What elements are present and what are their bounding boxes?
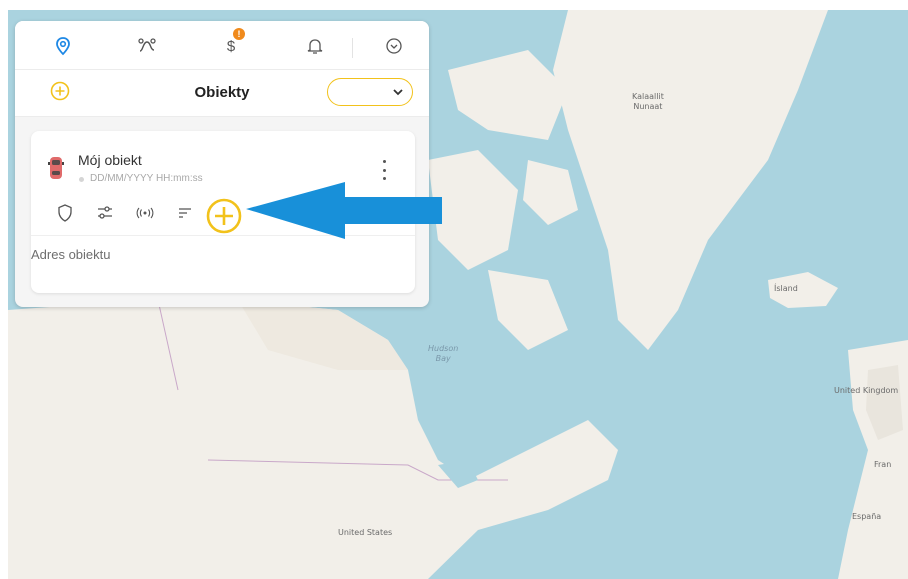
sort-icon [179, 208, 191, 218]
object-timestamp: DD/MM/YYYY HH:mm:ss [90, 173, 203, 184]
dollar-icon: $ [226, 37, 236, 55]
nav-tab-billing[interactable]: $ ! [216, 28, 246, 61]
route-icon [138, 38, 156, 52]
nav-divider [352, 38, 353, 58]
settings-button[interactable] [93, 201, 117, 225]
map-label-hudson-bay: Hudson Bay [428, 344, 459, 363]
map-label-france: Fran [874, 460, 892, 469]
status-dot [79, 177, 84, 182]
nav-tab-more[interactable] [379, 31, 409, 61]
group-select[interactable] [327, 78, 413, 106]
object-address: Adres obiektu [31, 247, 111, 262]
add-action-button[interactable] [205, 197, 243, 235]
notification-badge: ! [233, 28, 245, 40]
bell-icon [307, 39, 323, 54]
object-menu-button[interactable] [377, 160, 391, 180]
map-label-united-states: United States [338, 528, 393, 537]
nav-tab-routes[interactable] [132, 31, 162, 61]
panel-header: Obiekty [15, 70, 429, 117]
car-icon [48, 157, 64, 179]
history-button[interactable] [173, 201, 197, 225]
sliders-icon [98, 206, 112, 219]
shield-icon [58, 204, 72, 222]
signal-icon [136, 207, 154, 219]
nav-tab-notifications[interactable] [300, 31, 330, 61]
chevron-down-icon [393, 89, 403, 96]
map-label-spain: España [852, 512, 882, 521]
nav-tab-objects[interactable] [48, 31, 78, 61]
object-name[interactable]: Mój obiekt [78, 152, 142, 168]
chevron-circle-icon [386, 38, 402, 54]
map-label-greenland: Kalaallit Nunaat [632, 92, 664, 111]
location-pin-icon [56, 37, 70, 56]
annotation-arrow [246, 182, 442, 239]
live-tracking-button[interactable] [133, 201, 157, 225]
objects-panel: $ ! Obiekty Mój obiekt DD/MM/YYYY HH:mm:… [15, 21, 429, 307]
map-label-uk: United Kingdom [834, 386, 899, 395]
top-nav: $ ! [15, 21, 429, 70]
geofence-button[interactable] [53, 201, 77, 225]
map-label-iceland: Ísland [774, 284, 798, 293]
